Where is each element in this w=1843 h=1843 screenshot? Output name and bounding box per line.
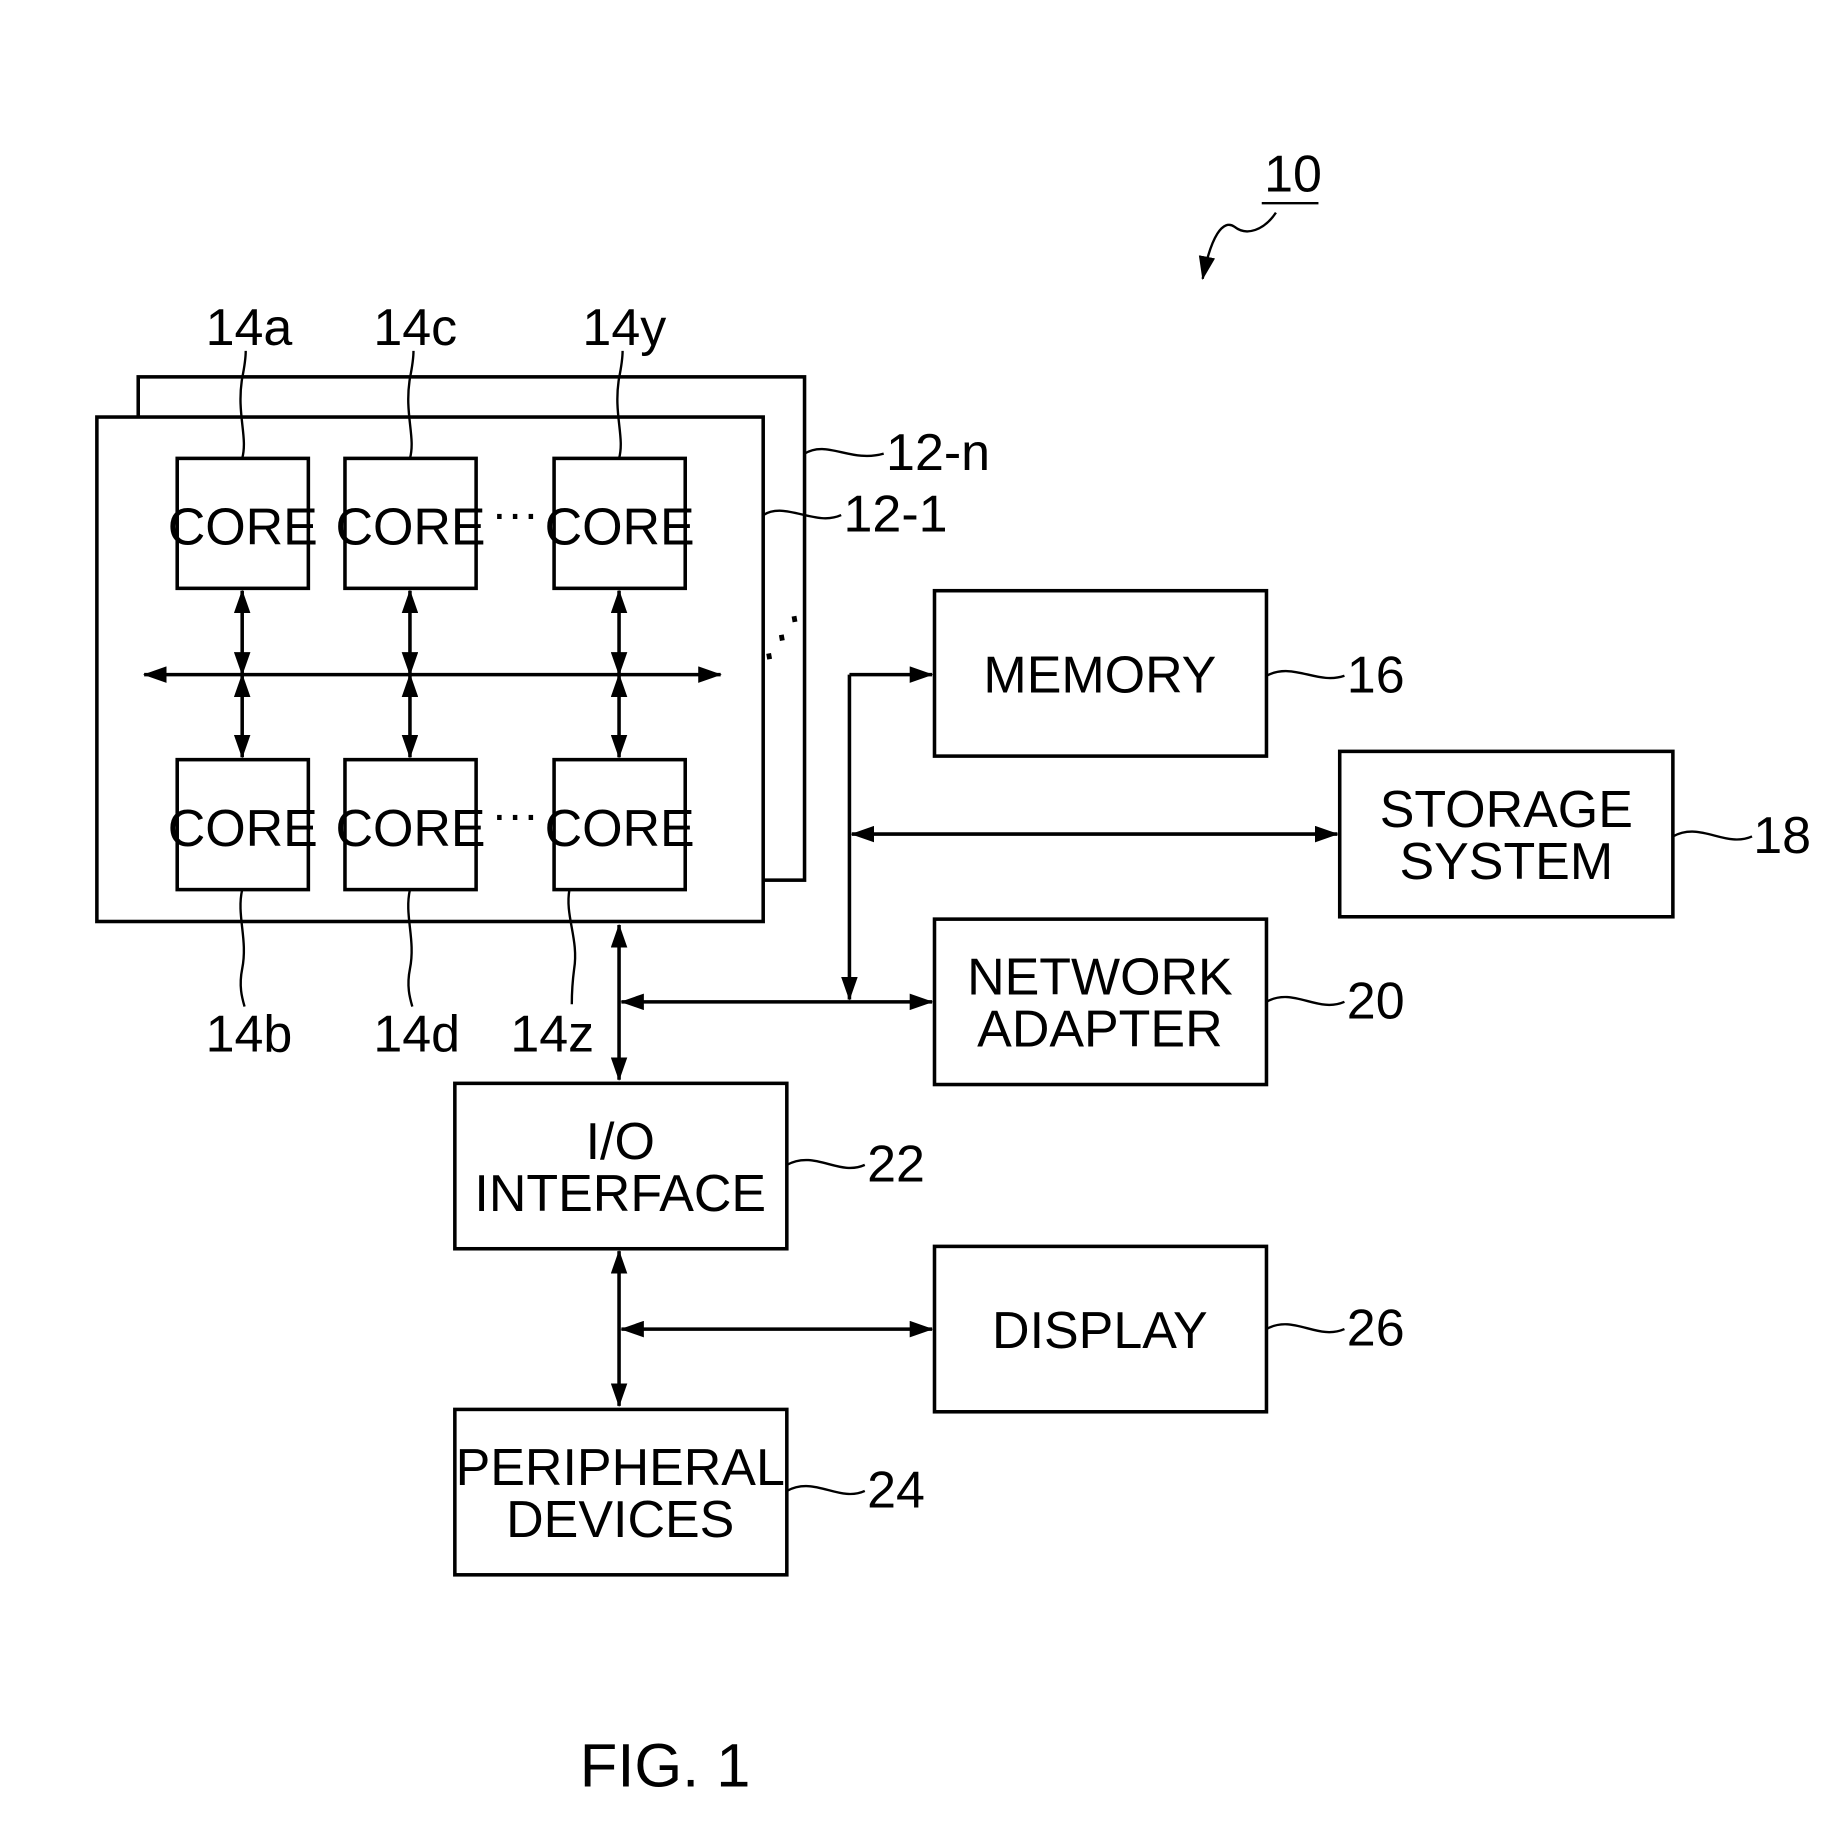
lead-12-n xyxy=(803,447,885,458)
io-label-line2: INTERFACE xyxy=(474,1165,766,1223)
ref-14b: 14b xyxy=(206,1005,293,1063)
ref-18: 18 xyxy=(1753,807,1811,865)
ref-26: 26 xyxy=(1347,1300,1405,1358)
peripheral-label-line2: DEVICES xyxy=(506,1491,734,1549)
figure-caption: FIG. 1 xyxy=(580,1731,751,1800)
ref-14a: 14a xyxy=(206,299,293,357)
ref-12-n: 12-n xyxy=(886,424,990,482)
svg-text:CORE: CORE xyxy=(335,800,485,858)
ref-14y: 14y xyxy=(582,299,666,357)
io-interface-block: I/O INTERFACE 22 xyxy=(453,1081,925,1251)
peripheral-devices-block: PERIPHERAL DEVICES 24 xyxy=(453,1407,925,1577)
ref-22: 22 xyxy=(867,1135,925,1193)
top-row-ellipsis: ··· xyxy=(491,487,538,540)
system-ref-arrow-icon xyxy=(1198,211,1277,280)
ref-16: 16 xyxy=(1347,646,1405,704)
network-label-line1: NETWORK xyxy=(967,949,1233,1007)
storage-system-block: STORAGE SYSTEM 18 xyxy=(1337,749,1811,919)
ref-14d: 14d xyxy=(373,1005,460,1063)
display-label: DISPLAY xyxy=(992,1302,1208,1360)
ref-24: 24 xyxy=(867,1461,925,1519)
block-diagram: 10 ⋰ 12-n 12-1 CORE 14a CORE 14c CORE 14… xyxy=(95,145,1811,1800)
peripheral-label-line1: PERIPHERAL xyxy=(456,1439,785,1497)
system-ref-label: 10 xyxy=(1264,145,1322,203)
memory-block: MEMORY 16 xyxy=(932,588,1405,758)
ref-14c: 14c xyxy=(373,299,457,357)
io-label-line1: I/O xyxy=(586,1113,655,1171)
ref-12-1: 12-1 xyxy=(844,486,948,544)
storage-label-line2: SYSTEM xyxy=(1399,833,1613,891)
svg-text:CORE: CORE xyxy=(168,499,318,557)
svg-text:CORE: CORE xyxy=(545,800,695,858)
processor-stack: ⋰ 12-n 12-1 CORE 14a CORE 14c CORE 14y ·… xyxy=(95,299,990,1063)
display-block: DISPLAY 26 xyxy=(932,1244,1405,1414)
storage-label-line1: STORAGE xyxy=(1380,781,1633,839)
ref-20: 20 xyxy=(1347,972,1405,1030)
svg-text:CORE: CORE xyxy=(168,800,318,858)
ref-14z: 14z xyxy=(510,1005,594,1063)
svg-text:CORE: CORE xyxy=(335,499,485,557)
svg-text:CORE: CORE xyxy=(545,499,695,557)
network-label-line2: ADAPTER xyxy=(977,1001,1222,1059)
network-adapter-block: NETWORK ADAPTER 20 xyxy=(932,917,1405,1087)
stack-ellipsis: ⋰ xyxy=(754,607,810,667)
memory-label: MEMORY xyxy=(983,646,1216,704)
bottom-row-ellipsis: ··· xyxy=(491,789,538,842)
system-reference: 10 xyxy=(1198,145,1322,280)
